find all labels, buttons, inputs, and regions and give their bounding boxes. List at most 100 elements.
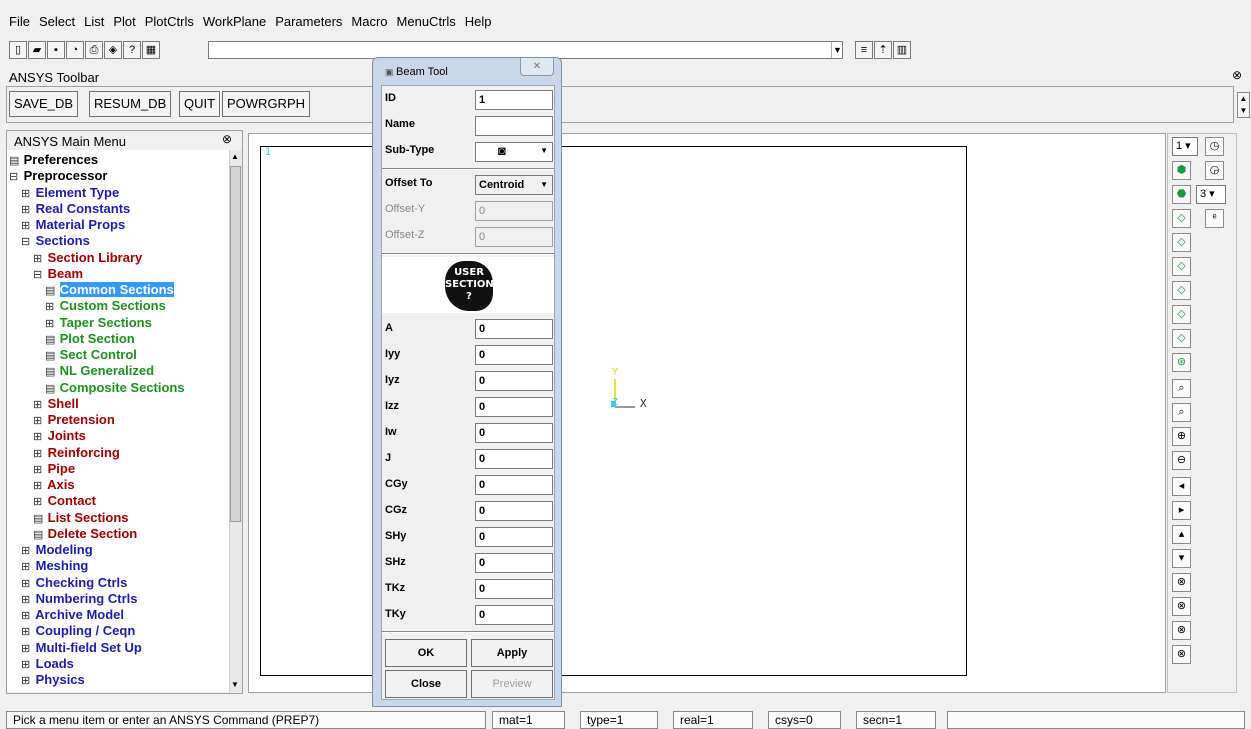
main-menu-item[interactable]: ⊞ Contact [33,493,96,510]
rotate-icon[interactable]: ◷ [1205,137,1224,156]
quit-button[interactable]: QUIT [179,91,221,117]
main-menu-item[interactable]: ⊞ Checking Ctrls [21,575,127,592]
oblique-view-icon[interactable]: ◶ [1205,161,1224,180]
main-menu-item[interactable]: ⊞ Physics [21,672,85,689]
main-menu-item[interactable]: ⊞ Taper Sections [45,315,152,332]
right-view-icon[interactable]: ◇ [1172,257,1191,276]
zoom-out-icon[interactable]: ⊖ [1172,451,1191,470]
main-menu-item[interactable]: ▤ List Sections [33,510,129,527]
main-menu-scroll-thumb[interactable] [230,166,241,522]
prop-field[interactable]: 0 [475,345,553,365]
view-select[interactable]: 3 ▾ [1196,185,1226,204]
menu-menuctrls[interactable]: MenuCtrls [397,12,456,32]
close-button[interactable]: Close [385,670,467,698]
main-menu-item[interactable]: ⊞ Multi-field Set Up [21,640,142,657]
axes-view-icon[interactable]: ᵉ [1205,209,1224,228]
main-menu-item[interactable]: ⊞ Shell [33,396,79,413]
print-icon[interactable]: ⎙ [85,41,103,59]
main-menu-item[interactable]: ⊞ Coupling / Ceqn [21,623,135,640]
raise-hidden-icon[interactable]: ⇡ [874,41,892,59]
rotate-z-icon[interactable]: ⊗ [1172,621,1191,640]
bottom-view-icon[interactable]: ◇ [1172,305,1191,324]
dynamic-rotate-icon[interactable]: ⊗ [1172,645,1191,664]
prop-field[interactable]: 0 [475,553,553,573]
scroll-up-icon[interactable]: ▲ [231,152,239,161]
scroll-down-icon[interactable]: ▼ [231,680,239,689]
main-menu-item[interactable]: ⊞ Material Props [21,217,125,234]
menu-workplane[interactable]: WorkPlane [203,12,266,32]
left-view-icon[interactable]: ◇ [1172,281,1191,300]
main-menu-item[interactable]: ⊞ Archive Model [21,607,124,624]
zoom-in-icon[interactable]: ⊕ [1172,427,1191,446]
main-menu-item[interactable]: ⊞ Section Library [33,250,142,267]
main-menu-item[interactable]: ⊟ Beam [33,266,83,283]
save-icon[interactable]: ▪ [47,41,65,59]
top-view-icon[interactable]: ⬣ [1172,185,1191,204]
apply-button[interactable]: Apply [471,639,553,667]
menu-plot[interactable]: Plot [113,12,135,32]
ok-button[interactable]: OK [385,639,467,667]
main-menu-item[interactable]: ⊞ Element Type [21,185,119,202]
prop-field[interactable]: 0 [475,371,553,391]
menu-macro[interactable]: Macro [351,12,387,32]
rotate-y-icon[interactable]: ⊗ [1172,597,1191,616]
prop-field[interactable]: 0 [475,527,553,547]
prop-field[interactable]: 0 [475,475,553,495]
menu-list[interactable]: List [84,12,104,32]
window-select[interactable]: 1 ▾ [1172,137,1198,156]
help-icon[interactable]: ? [123,41,141,59]
open-folder-icon[interactable]: ▰ [28,41,46,59]
prop-field[interactable]: 0 [475,449,553,469]
reset-picking-icon[interactable]: ▥ [893,41,911,59]
new-file-icon[interactable]: ▯ [9,41,27,59]
menu-file[interactable]: File [9,12,30,32]
toolbar-editor-icon[interactable]: ≡ [855,41,873,59]
pan-down-icon[interactable]: ▾ [1172,549,1191,568]
offset-to-select[interactable]: Centroid ▼ [475,175,553,195]
pan-up-icon[interactable]: ▴ [1172,525,1191,544]
main-menu-item[interactable]: ⊞ Loads [21,656,74,673]
report-icon[interactable]: ◔ [66,41,84,59]
box-zoom-icon[interactable]: ⌕ [1172,403,1191,422]
main-menu-item[interactable]: ▤ Sect Control [45,347,137,364]
prop-field[interactable]: 0 [475,319,553,339]
main-menu-item[interactable]: ⊞ Joints [33,428,86,445]
menu-plotctrls[interactable]: PlotCtrls [145,12,194,32]
main-menu-item[interactable]: ⊟ Preprocessor [9,168,107,185]
main-menu-item[interactable]: ⊟ Sections [21,233,90,250]
prop-field[interactable]: 0 [475,423,553,443]
back-view-icon[interactable]: ◇ [1172,233,1191,252]
prop-field[interactable]: 0 [475,579,553,599]
menu-select[interactable]: Select [39,12,75,32]
main-menu-item[interactable]: ⊞ Custom Sections [45,298,166,315]
image-capture-icon[interactable]: ◈ [104,41,122,59]
fit-view-icon[interactable]: ⊛ [1172,353,1191,372]
menu-parameters[interactable]: Parameters [275,12,342,32]
custom-view-icon[interactable]: ◇ [1172,329,1191,348]
main-menu-item[interactable]: ⊞ Pipe [33,461,75,478]
main-menu-item[interactable]: ▤ Plot Section [45,331,135,348]
front-view-icon[interactable]: ◇ [1172,209,1191,228]
main-menu-item[interactable]: ▤ Common Sections [45,282,174,299]
main-menu-item[interactable]: ⊞ Pretension [33,412,115,429]
main-menu-item[interactable]: ▤ Composite Sections [45,380,185,397]
main-menu-item[interactable]: ⊞ Modeling [21,542,93,559]
id-field[interactable]: 1 [475,90,553,110]
main-menu-item[interactable]: ⊞ Real Constants [21,201,130,218]
main-menu-item[interactable]: ⊞ Numbering Ctrls [21,591,137,608]
rotate-x-icon[interactable]: ⊗ [1172,573,1191,592]
main-menu-item[interactable]: ⊞ Axis [33,477,75,494]
main-menu-item[interactable]: ⊞ Reinforcing [33,445,120,462]
main-menu-item[interactable]: ▤ Preferences [9,152,98,169]
powrgrph-button[interactable]: POWRGRPH [222,91,310,117]
menu-help[interactable]: Help [465,12,492,32]
zoom-icon[interactable]: ⌕ [1172,379,1191,398]
name-field[interactable] [475,116,553,136]
pan-left-icon[interactable]: ◂ [1172,477,1191,496]
toolbar-spin-icon[interactable]: ▲ ▼ [1237,92,1250,118]
collapse-main-menu-icon[interactable]: ⊗ [222,132,232,146]
main-menu-item[interactable]: ▤ NL Generalized [45,363,154,380]
prop-field[interactable]: 0 [475,397,553,417]
collapse-toolbar-icon[interactable]: ⊗ [1232,68,1242,82]
command-dropdown-icon[interactable]: ▼ [831,42,843,58]
